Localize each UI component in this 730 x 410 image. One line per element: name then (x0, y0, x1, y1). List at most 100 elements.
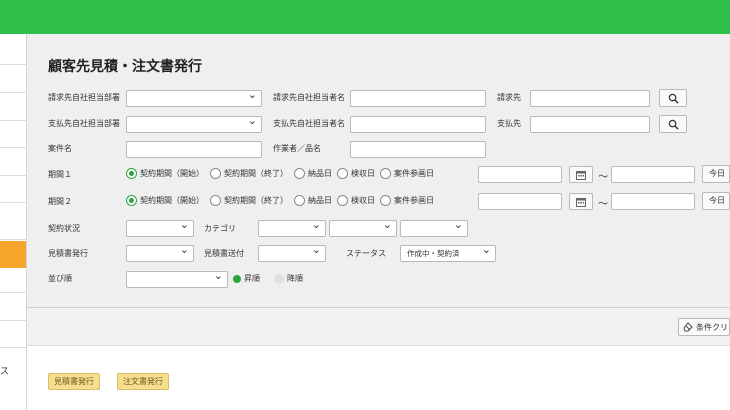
period2-from-calendar-button[interactable] (569, 193, 593, 210)
period1-range-separator: ～ (598, 172, 608, 183)
radio-label: 検収日 (351, 196, 375, 205)
period1-radio-contract-start[interactable]: 契約期間（開始） (126, 168, 204, 179)
sidebar-divider (0, 64, 26, 65)
work-name-input[interactable] (350, 141, 486, 158)
payment-search-button[interactable] (659, 115, 687, 133)
period2-range-separator: ～ (598, 199, 608, 210)
period2-label: 期間２ (48, 197, 72, 206)
period2-radio-delivery[interactable]: 納品日 (294, 195, 332, 206)
payment-person-input[interactable] (350, 116, 486, 133)
sidebar-divider (0, 347, 26, 348)
issue-order-button[interactable]: 注文書発行 (117, 373, 169, 390)
radio-label: 降順 (287, 274, 303, 283)
sort-asc-radio[interactable]: 昇順 (233, 273, 260, 284)
payment-to-input[interactable] (530, 116, 650, 133)
period2-from-input[interactable] (478, 193, 562, 210)
period1-label: 期間１ (48, 170, 72, 179)
radio-indicator (126, 195, 137, 206)
sidebar-divider (0, 120, 26, 121)
sidebar-divider (0, 202, 26, 203)
top-header-bar (0, 0, 730, 34)
sidebar-divider (0, 175, 26, 176)
radio-label: 契約期間（終了） (224, 169, 288, 178)
payment-to-label: 支払先 (497, 119, 521, 128)
radio-indicator (274, 273, 284, 284)
contract-status-label: 契約状況 (48, 224, 80, 233)
estimate-issue-select[interactable] (126, 245, 194, 262)
estimate-send-select[interactable] (258, 245, 326, 262)
contract-status-select[interactable] (126, 220, 194, 237)
search-icon (668, 93, 679, 104)
payment-dept-label: 支払先自社担当部署 (48, 119, 120, 128)
period2-radio-inspection[interactable]: 検収日 (337, 195, 375, 206)
category-label: カテゴリ (204, 224, 236, 233)
issue-estimate-button[interactable]: 見積書発行 (48, 373, 100, 390)
payment-person-label: 支払先自社担当者名 (273, 119, 345, 128)
sidebar-item-label[interactable]: ス (0, 364, 9, 377)
billing-to-input[interactable] (530, 90, 650, 107)
estimate-send-label: 見積書送付 (204, 249, 244, 258)
category-select-1[interactable] (258, 220, 326, 237)
case-name-input[interactable] (126, 141, 262, 158)
radio-indicator (210, 195, 221, 206)
period1-from-input[interactable] (478, 166, 562, 183)
radio-indicator (380, 168, 391, 179)
sort-field-select[interactable] (126, 271, 228, 288)
radio-indicator (126, 168, 137, 179)
page-title: 顧客先見積・注文書発行 (48, 59, 202, 75)
radio-label: 納品日 (308, 169, 332, 178)
billing-dept-select[interactable] (126, 90, 262, 107)
eraser-icon (683, 322, 693, 332)
billing-to-label: 請求先 (497, 93, 521, 102)
billing-person-input[interactable] (350, 90, 486, 107)
period2-today-button[interactable]: 今日 (702, 192, 730, 210)
radio-label: 契約期間（終了） (224, 196, 288, 205)
billing-search-button[interactable] (659, 89, 687, 107)
calendar-icon (576, 198, 586, 207)
radio-indicator (294, 195, 305, 206)
clear-conditions-label: 条件クリ (696, 322, 728, 332)
period1-today-button[interactable]: 今日 (702, 165, 730, 183)
clear-conditions-button[interactable]: 条件クリ (678, 318, 730, 336)
sidebar-divider (0, 292, 26, 293)
period2-to-input[interactable] (611, 193, 695, 210)
period1-from-calendar-button[interactable] (569, 166, 593, 183)
radio-label: 案件参画日 (394, 169, 434, 178)
period1-radio-inspection[interactable]: 検収日 (337, 168, 375, 179)
period1-radio-contract-end[interactable]: 契約期間（終了） (210, 168, 288, 179)
sidebar-item-active[interactable] (0, 241, 26, 268)
radio-label: 検収日 (351, 169, 375, 178)
radio-label: 昇順 (244, 274, 260, 283)
period1-to-input[interactable] (611, 166, 695, 183)
sidebar-divider (0, 320, 26, 321)
period2-radio-contract-end[interactable]: 契約期間（終了） (210, 195, 288, 206)
radio-indicator (210, 168, 221, 179)
status-label: ステータス (346, 249, 386, 258)
radio-indicator (337, 168, 348, 179)
radio-indicator (294, 168, 305, 179)
radio-label: 契約期間（開始） (140, 196, 204, 205)
calendar-icon (576, 171, 586, 180)
radio-indicator (380, 195, 391, 206)
sort-label: 並び順 (48, 274, 72, 283)
period1-radio-delivery[interactable]: 納品日 (294, 168, 332, 179)
status-select[interactable]: 作成中・契約済 (400, 245, 496, 262)
radio-indicator (233, 274, 241, 283)
work-name-label: 作業者／品名 (273, 144, 321, 153)
period1-radio-join[interactable]: 案件参画日 (380, 168, 434, 179)
payment-dept-select[interactable] (126, 116, 262, 133)
estimate-issue-label: 見積書発行 (48, 249, 88, 258)
case-name-label: 案件名 (48, 144, 72, 153)
period2-radio-join[interactable]: 案件参画日 (380, 195, 434, 206)
sort-desc-radio[interactable]: 降順 (274, 273, 303, 284)
category-select-3[interactable] (400, 220, 468, 237)
action-strip (27, 308, 730, 346)
category-select-2[interactable] (329, 220, 397, 237)
sidebar-divider (0, 92, 26, 93)
period2-radio-contract-start[interactable]: 契約期間（開始） (126, 195, 204, 206)
radio-label: 契約期間（開始） (140, 169, 204, 178)
billing-person-label: 請求先自社担当者名 (273, 93, 345, 102)
sidebar-divider (0, 147, 26, 148)
sidebar-divider (0, 239, 26, 240)
radio-label: 納品日 (308, 196, 332, 205)
